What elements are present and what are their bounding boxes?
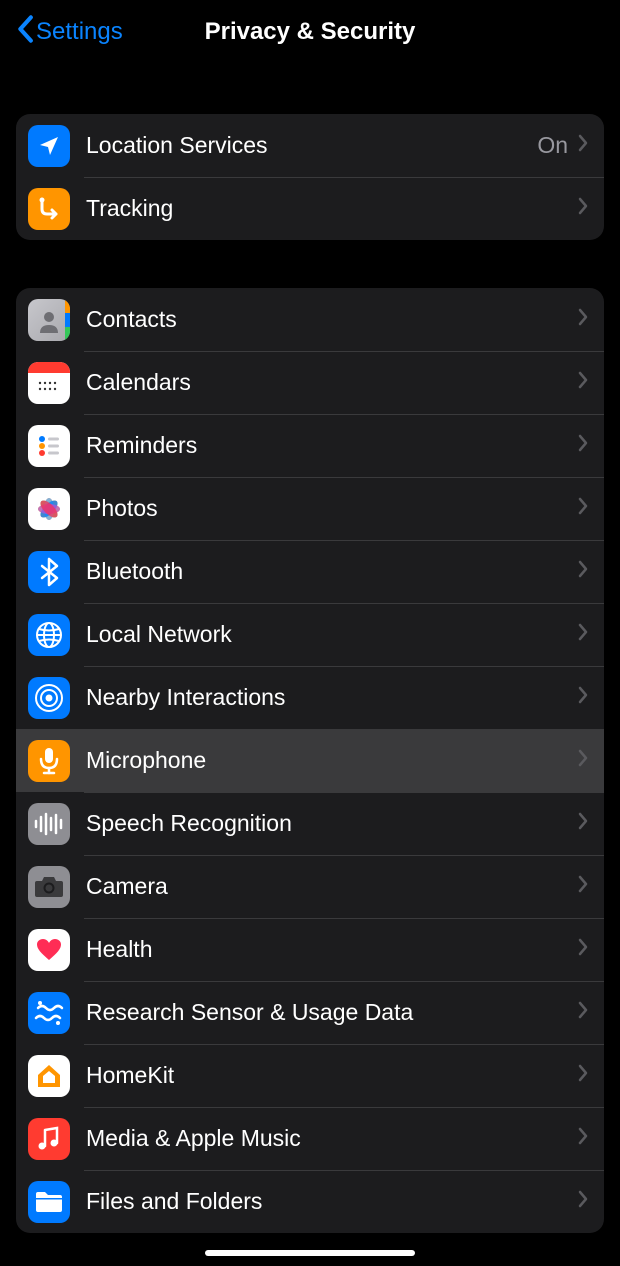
chevron-right-icon <box>578 875 588 898</box>
row-health[interactable]: Health <box>16 918 604 981</box>
back-label: Settings <box>36 18 123 46</box>
calendar-icon <box>28 362 70 404</box>
chevron-right-icon <box>578 1001 588 1024</box>
reminders-icon <box>28 425 70 467</box>
row-label: Location Services <box>86 132 537 159</box>
row-research-sensor[interactable]: Research Sensor & Usage Data <box>16 981 604 1044</box>
row-calendars[interactable]: Calendars <box>16 351 604 414</box>
waveform-icon <box>28 803 70 845</box>
chevron-right-icon <box>578 197 588 220</box>
row-label: Tracking <box>86 195 578 222</box>
row-label: Research Sensor & Usage Data <box>86 999 578 1026</box>
row-bluetooth[interactable]: Bluetooth <box>16 540 604 603</box>
row-label: Bluetooth <box>86 558 578 585</box>
photos-icon <box>28 488 70 530</box>
research-icon <box>28 992 70 1034</box>
bluetooth-icon <box>28 551 70 593</box>
row-location-services[interactable]: Location Services On <box>16 114 604 177</box>
camera-icon <box>28 866 70 908</box>
back-button[interactable]: Settings <box>16 15 123 50</box>
chevron-right-icon <box>578 560 588 583</box>
row-speech-recognition[interactable]: Speech Recognition <box>16 792 604 855</box>
chevron-right-icon <box>578 1190 588 1213</box>
row-camera[interactable]: Camera <box>16 855 604 918</box>
folder-icon <box>28 1181 70 1223</box>
chevron-right-icon <box>578 812 588 835</box>
row-label: Reminders <box>86 432 578 459</box>
row-local-network[interactable]: Local Network <box>16 603 604 666</box>
nearby-icon <box>28 677 70 719</box>
microphone-icon <box>28 740 70 782</box>
tracking-icon <box>28 188 70 230</box>
row-label: Calendars <box>86 369 578 396</box>
row-photos[interactable]: Photos <box>16 477 604 540</box>
row-label: Files and Folders <box>86 1188 578 1215</box>
chevron-right-icon <box>578 371 588 394</box>
location-arrow-icon <box>28 125 70 167</box>
globe-icon <box>28 614 70 656</box>
row-label: Speech Recognition <box>86 810 578 837</box>
chevron-right-icon <box>578 134 588 157</box>
row-label: Photos <box>86 495 578 522</box>
row-label: Nearby Interactions <box>86 684 578 711</box>
row-label: Media & Apple Music <box>86 1125 578 1152</box>
row-label: Health <box>86 936 578 963</box>
home-indicator[interactable] <box>205 1250 415 1256</box>
row-reminders[interactable]: Reminders <box>16 414 604 477</box>
row-value: On <box>537 132 568 159</box>
privacy-group-location: Location Services On Tracking <box>16 114 604 240</box>
row-label: Local Network <box>86 621 578 648</box>
row-microphone[interactable]: Microphone <box>16 729 604 792</box>
chevron-right-icon <box>578 623 588 646</box>
row-nearby-interactions[interactable]: Nearby Interactions <box>16 666 604 729</box>
chevron-right-icon <box>578 749 588 772</box>
chevron-right-icon <box>578 1127 588 1150</box>
chevron-right-icon <box>578 938 588 961</box>
row-homekit[interactable]: HomeKit <box>16 1044 604 1107</box>
row-label: HomeKit <box>86 1062 578 1089</box>
heart-icon <box>28 929 70 971</box>
contacts-icon <box>28 299 70 341</box>
chevron-right-icon <box>578 497 588 520</box>
nav-header: Settings Privacy & Security <box>0 0 620 64</box>
settings-content: Location Services On Tracking Contacts <box>0 114 620 1233</box>
row-media-apple-music[interactable]: Media & Apple Music <box>16 1107 604 1170</box>
row-contacts[interactable]: Contacts <box>16 288 604 351</box>
row-label: Microphone <box>86 747 578 774</box>
row-files-folders[interactable]: Files and Folders <box>16 1170 604 1233</box>
row-label: Camera <box>86 873 578 900</box>
chevron-right-icon <box>578 434 588 457</box>
chevron-right-icon <box>578 308 588 331</box>
chevron-left-icon <box>16 15 34 50</box>
row-label: Contacts <box>86 306 578 333</box>
home-icon <box>28 1055 70 1097</box>
row-tracking[interactable]: Tracking <box>16 177 604 240</box>
privacy-group-data: Contacts Calendars Reminders <box>16 288 604 1233</box>
chevron-right-icon <box>578 686 588 709</box>
chevron-right-icon <box>578 1064 588 1087</box>
music-note-icon <box>28 1118 70 1160</box>
